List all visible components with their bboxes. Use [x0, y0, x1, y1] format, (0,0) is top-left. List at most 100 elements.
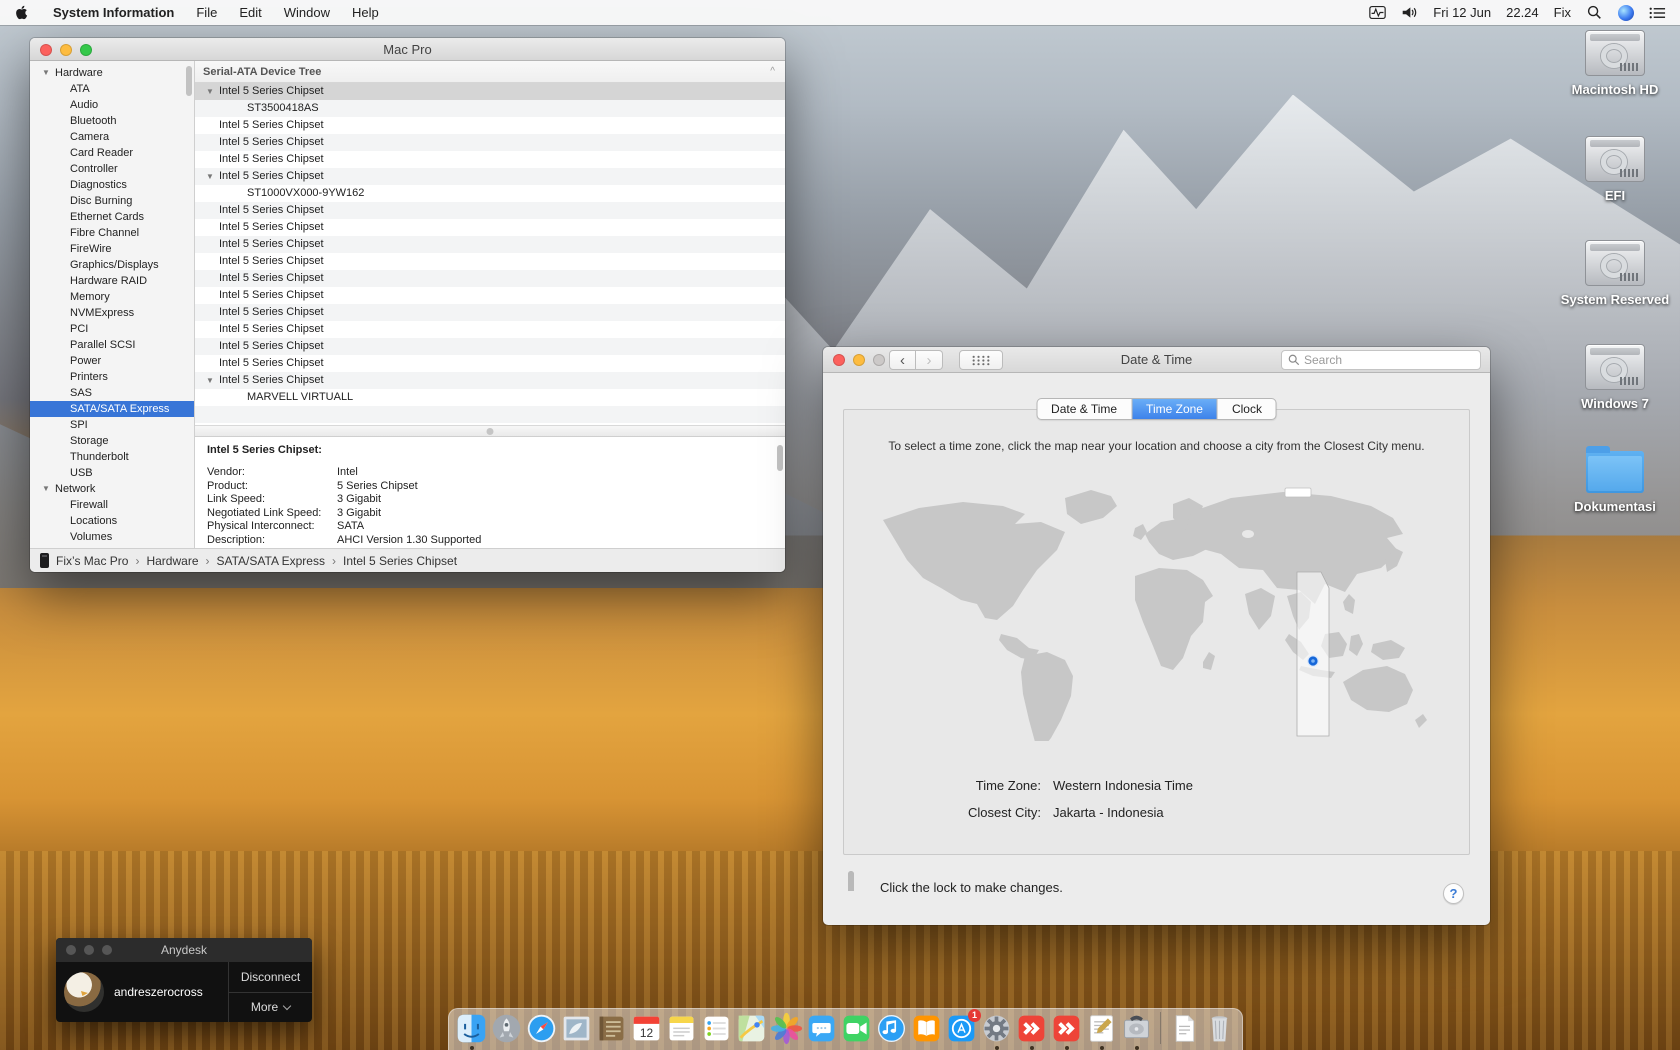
sidebar-item-controller[interactable]: Controller [30, 161, 194, 177]
activity-pulse-icon[interactable] [1369, 4, 1386, 21]
sidebar-item-hardware-raid[interactable]: Hardware RAID [30, 273, 194, 289]
sidebar-item-ethernet-cards[interactable]: Ethernet Cards [30, 209, 194, 225]
desktop-icon-macintosh-hd[interactable]: Macintosh HD [1555, 30, 1675, 97]
disclosure-triangle-icon[interactable]: ▼ [206, 168, 214, 185]
disconnect-button[interactable]: Disconnect [229, 962, 312, 992]
dock-icon-system-preferences[interactable] [980, 1012, 1013, 1045]
desktop-icon-efi[interactable]: EFI [1555, 136, 1675, 203]
dock-icon-contacts[interactable] [595, 1012, 628, 1045]
desktop-icon-dokumentasi[interactable]: Dokumentasi [1555, 446, 1675, 514]
device-tree-row[interactable]: Intel 5 Series Chipset [195, 338, 785, 355]
dock-icon-maps[interactable] [735, 1012, 768, 1045]
sidebar-item-firewire[interactable]: FireWire [30, 241, 194, 257]
dock-icon-safari[interactable] [525, 1012, 558, 1045]
sidebar-item-usb[interactable]: USB [30, 465, 194, 481]
sidebar-item-locations[interactable]: Locations [30, 513, 194, 529]
breadcrumb-item-sata-sata-express[interactable]: SATA/SATA Express [217, 554, 325, 568]
desktop-icon-system-reserved[interactable]: System Reserved [1555, 240, 1675, 307]
sidebar-item-sas[interactable]: SAS [30, 385, 194, 401]
sidebar-item-audio[interactable]: Audio [30, 97, 194, 113]
device-tree-row[interactable]: Intel 5 Series Chipset [195, 355, 785, 372]
tab-clock[interactable]: Clock [1218, 399, 1276, 419]
menu-date[interactable]: Fri 12 Jun [1433, 5, 1491, 20]
sidebar-item-diagnostics[interactable]: Diagnostics [30, 177, 194, 193]
sidebar-item-printers[interactable]: Printers [30, 369, 194, 385]
menu-user[interactable]: Fix [1554, 5, 1571, 20]
details-scrollbar[interactable] [777, 445, 783, 471]
sidebar-item-sata-sata-express[interactable]: SATA/SATA Express [30, 401, 194, 417]
device-tree-row[interactable]: Intel 5 Series Chipset [195, 117, 785, 134]
more-button[interactable]: More [229, 992, 312, 1023]
dock-icon-anydesk-2[interactable] [1050, 1012, 1083, 1045]
device-tree-row[interactable]: Intel 5 Series Chipset [195, 253, 785, 270]
sidebar-item-volumes[interactable]: Volumes [30, 529, 194, 545]
sidebar-item-card-reader[interactable]: Card Reader [30, 145, 194, 161]
search-field[interactable]: Search [1281, 350, 1481, 370]
tab-time-zone[interactable]: Time Zone [1132, 399, 1218, 419]
back-button[interactable]: ‹ [889, 350, 916, 370]
close-button[interactable] [833, 354, 845, 366]
desktop-icon-windows-7[interactable]: Windows 7 [1555, 344, 1675, 411]
dock-icon-itunes[interactable] [875, 1012, 908, 1045]
device-tree-row[interactable]: ▼Intel 5 Series Chipset [195, 168, 785, 185]
sidebar-item-fibre-channel[interactable]: Fibre Channel [30, 225, 194, 241]
dock-icon-finder[interactable] [455, 1012, 488, 1045]
device-tree-row[interactable]: Intel 5 Series Chipset [195, 321, 785, 338]
menu-time[interactable]: 22.24 [1506, 5, 1539, 20]
help-button[interactable]: ? [1443, 883, 1464, 904]
device-tree-row[interactable]: Intel 5 Series Chipset [195, 304, 785, 321]
sidebar-item-parallel-scsi[interactable]: Parallel SCSI [30, 337, 194, 353]
close-button[interactable] [66, 945, 76, 955]
breadcrumb-item-hardware[interactable]: Hardware [146, 554, 198, 568]
sysinfo-titlebar[interactable]: Mac Pro [30, 38, 785, 61]
sidebar-item-graphics-displays[interactable]: Graphics/Displays [30, 257, 194, 273]
zoom-button[interactable] [80, 44, 92, 56]
sidebar-section-hardware[interactable]: ▼Hardware [30, 65, 194, 81]
sidebar-item-firewall[interactable]: Firewall [30, 497, 194, 513]
menu-edit[interactable]: Edit [239, 5, 261, 20]
close-button[interactable] [40, 44, 52, 56]
disclosure-triangle-icon[interactable]: ▼ [206, 83, 214, 100]
sidebar-item-pci[interactable]: PCI [30, 321, 194, 337]
dock-icon-trash[interactable] [1203, 1012, 1236, 1045]
dock-icon-mail[interactable] [560, 1012, 593, 1045]
device-tree-row[interactable]: ST3500418AS [195, 100, 785, 117]
sidebar-item-memory[interactable]: Memory [30, 289, 194, 305]
pane-splitter[interactable] [195, 425, 785, 437]
sidebar-item-power[interactable]: Power [30, 353, 194, 369]
dock-icon-disk-utility[interactable] [1120, 1012, 1153, 1045]
menu-file[interactable]: File [196, 5, 217, 20]
notification-center-icon[interactable] [1649, 4, 1666, 21]
dock-icon-photos[interactable] [770, 1012, 803, 1045]
sidebar-item-bluetooth[interactable]: Bluetooth [30, 113, 194, 129]
dock-icon-calendar[interactable]: 12 [630, 1012, 663, 1045]
minimize-button[interactable] [84, 945, 94, 955]
sidebar-item-ata[interactable]: ATA [30, 81, 194, 97]
dock-icon-notes[interactable] [665, 1012, 698, 1045]
device-tree-row[interactable]: ST1000VX000-9YW162 [195, 185, 785, 202]
disclosure-triangle-icon[interactable]: ▼ [206, 372, 214, 389]
device-tree-row[interactable]: Intel 5 Series Chipset [195, 134, 785, 151]
menu-app-name[interactable]: System Information [53, 5, 174, 20]
device-tree-row[interactable]: Intel 5 Series Chipset [195, 219, 785, 236]
device-tree-row[interactable]: Intel 5 Series Chipset [195, 151, 785, 168]
spotlight-search-icon[interactable] [1586, 4, 1603, 21]
tab-date-time[interactable]: Date & Time [1037, 399, 1132, 419]
dock-icon-anydesk[interactable] [1015, 1012, 1048, 1045]
siri-icon[interactable] [1618, 5, 1634, 21]
device-tree-row[interactable]: Intel 5 Series Chipset [195, 236, 785, 253]
dock-icon-books[interactable] [910, 1012, 943, 1045]
device-tree-row[interactable]: MARVELL VIRTUALL [195, 389, 785, 406]
device-tree-row[interactable]: ▼Intel 5 Series Chipset [195, 83, 785, 100]
datetime-titlebar[interactable]: ‹ › Date & Time Search [823, 347, 1490, 373]
sidebar-section-network[interactable]: ▼Network [30, 481, 194, 497]
menu-window[interactable]: Window [284, 5, 330, 20]
device-tree-row[interactable]: Intel 5 Series Chipset [195, 287, 785, 304]
device-tree-row[interactable]: ▼Intel 5 Series Chipset [195, 372, 785, 389]
volume-icon[interactable] [1401, 4, 1418, 21]
menu-help[interactable]: Help [352, 5, 379, 20]
sidebar-item-disc-burning[interactable]: Disc Burning [30, 193, 194, 209]
forward-button[interactable]: › [916, 350, 943, 370]
sidebar-item-spi[interactable]: SPI [30, 417, 194, 433]
sidebar-item-nvmexpress[interactable]: NVMExpress [30, 305, 194, 321]
